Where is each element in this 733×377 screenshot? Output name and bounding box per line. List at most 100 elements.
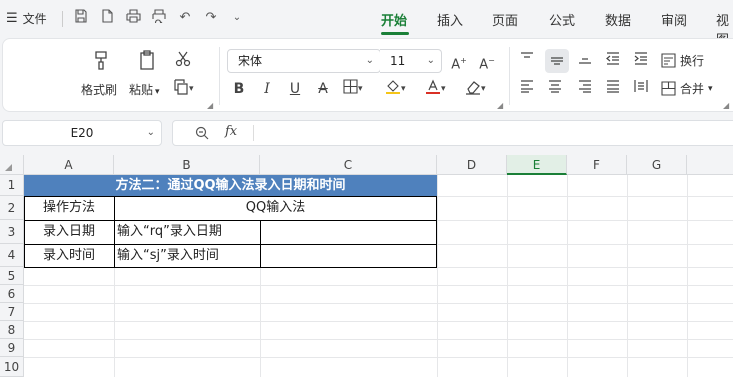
format-painter-label[interactable]: 格式刷	[81, 81, 117, 98]
ribbon: 格式刷 粘贴 ▾ ▾ ◢ 宋体 ⌄ 11 ⌄ A+ A− B I U A ▾ ▾ …	[2, 38, 733, 112]
column-header-f[interactable]: F	[567, 155, 627, 175]
tab-page[interactable]: 页面	[492, 10, 518, 29]
decrease-indent-icon[interactable]	[603, 51, 623, 71]
align-left-icon[interactable]	[517, 79, 537, 99]
chevron-down-icon: ⌄	[146, 127, 155, 138]
column-header-h[interactable]	[687, 155, 733, 175]
save-icon[interactable]	[72, 9, 90, 27]
divider	[219, 47, 220, 105]
align-right-icon[interactable]	[575, 79, 595, 99]
table-border	[24, 220, 437, 221]
title-cell-a1[interactable]: 方法二：通过QQ输入法录入日期和时间	[24, 175, 437, 196]
row-header-10[interactable]: 10	[0, 357, 24, 377]
column-header-a[interactable]: A	[24, 155, 114, 175]
cell-b3[interactable]: 输入“rq”录入日期	[117, 220, 222, 244]
row-header-7[interactable]: 7	[0, 303, 24, 321]
bold-icon[interactable]: B	[229, 79, 249, 99]
export-pdf-icon[interactable]	[98, 9, 116, 27]
divider	[509, 47, 510, 105]
row-header-1[interactable]: 1	[0, 175, 24, 196]
font-color-button[interactable]: ▾	[425, 79, 459, 99]
row-header-9[interactable]: 9	[0, 339, 24, 357]
decrease-font-size-icon[interactable]: A−	[477, 51, 497, 72]
align-middle-icon[interactable]	[545, 49, 569, 73]
wrap-text-icon	[661, 53, 676, 68]
print-icon[interactable]	[124, 9, 142, 27]
justify-icon[interactable]	[603, 79, 623, 99]
row-header-8[interactable]: 8	[0, 321, 24, 339]
gridline	[567, 175, 568, 377]
font-name-select[interactable]: 宋体 ⌄	[227, 49, 381, 73]
zoom-search-icon[interactable]	[195, 126, 209, 143]
font-size-select[interactable]: 11 ⌄	[380, 49, 442, 73]
chevron-down-icon[interactable]: ⌄	[228, 9, 246, 27]
gridline	[24, 285, 733, 286]
align-bottom-icon[interactable]	[575, 51, 595, 71]
borders-button[interactable]: ▾	[343, 79, 377, 99]
cell-a2[interactable]: 操作方法	[24, 196, 114, 220]
insert-function-icon[interactable]: fx	[225, 124, 237, 139]
chevron-down-icon: ▾	[358, 84, 363, 94]
divider	[62, 11, 63, 27]
row-header-4[interactable]: 4	[0, 244, 24, 267]
align-top-icon[interactable]	[517, 51, 537, 71]
row-header-2[interactable]: 2	[0, 196, 24, 220]
tab-insert[interactable]: 插入	[437, 10, 463, 29]
tab-review[interactable]: 审阅	[661, 10, 687, 29]
cell-c4[interactable]	[260, 244, 437, 267]
cell-a4[interactable]: 录入时间	[24, 244, 114, 267]
column-header-g[interactable]: G	[627, 155, 687, 175]
column-header-c[interactable]: C	[260, 155, 437, 175]
select-all-corner[interactable]	[0, 155, 24, 175]
chevron-down-icon: ▾	[481, 84, 486, 94]
cut-icon[interactable]	[173, 51, 193, 71]
undo-icon[interactable]: ↶	[176, 9, 194, 27]
column-header-e[interactable]: E	[507, 155, 567, 175]
format-painter-icon[interactable]	[89, 49, 113, 73]
alignment-dialog-launcher-icon[interactable]: ◢	[723, 101, 729, 110]
copy-button[interactable]: ▾	[173, 79, 207, 99]
formula-input[interactable]: fx	[172, 120, 733, 146]
merge-button[interactable]: 合并 ▾	[661, 80, 713, 97]
strikethrough-icon[interactable]: A	[313, 79, 333, 99]
column-header-b[interactable]: B	[114, 155, 260, 175]
gridline	[24, 321, 733, 322]
row-header-5[interactable]: 5	[0, 267, 24, 285]
clipboard-dialog-launcher-icon[interactable]: ◢	[207, 101, 213, 110]
name-box[interactable]: E20 ⌄	[2, 120, 162, 146]
cell-c3[interactable]	[260, 220, 437, 244]
clear-format-button[interactable]: ▾	[465, 79, 499, 99]
align-center-icon[interactable]	[545, 79, 565, 99]
paste-button[interactable]: 粘贴 ▾	[129, 81, 160, 98]
increase-font-size-icon[interactable]: A+	[449, 51, 469, 72]
tab-home[interactable]: 开始	[381, 10, 407, 29]
font-dialog-launcher-icon[interactable]: ◢	[497, 101, 503, 110]
cell-b4[interactable]: 输入“sj”录入时间	[117, 244, 219, 267]
table-border	[436, 196, 437, 268]
tab-formulas[interactable]: 公式	[549, 10, 575, 29]
formula-bar: E20 ⌄ fx	[0, 118, 733, 148]
row-header-3[interactable]: 3	[0, 220, 24, 244]
redo-icon[interactable]: ↷	[202, 9, 220, 27]
italic-icon[interactable]: I	[257, 79, 277, 99]
wrap-text-label: 换行	[680, 54, 705, 68]
gridline	[24, 303, 733, 304]
increase-indent-icon[interactable]	[631, 51, 651, 71]
file-menu[interactable]: ☰ 文件	[6, 10, 47, 27]
cell-a3[interactable]: 录入日期	[24, 220, 114, 244]
wrap-text-button[interactable]: 换行	[661, 52, 704, 69]
fill-color-button[interactable]: ▾	[385, 79, 419, 99]
column-header-d[interactable]: D	[437, 155, 507, 175]
distributed-align-icon[interactable]	[631, 79, 651, 99]
chevron-down-icon: ▾	[401, 84, 406, 94]
paste-label: 粘贴	[129, 83, 154, 97]
cell-b2-merged[interactable]: QQ输入法	[114, 196, 437, 220]
paste-icon[interactable]	[135, 49, 159, 73]
tab-data[interactable]: 数据	[605, 10, 631, 29]
table-border	[114, 196, 115, 268]
underline-icon[interactable]: U	[285, 79, 305, 99]
row-header-6[interactable]: 6	[0, 285, 24, 303]
gridline	[437, 175, 438, 377]
chevron-down-icon: ▾	[441, 84, 446, 94]
print-preview-icon[interactable]	[150, 9, 168, 27]
